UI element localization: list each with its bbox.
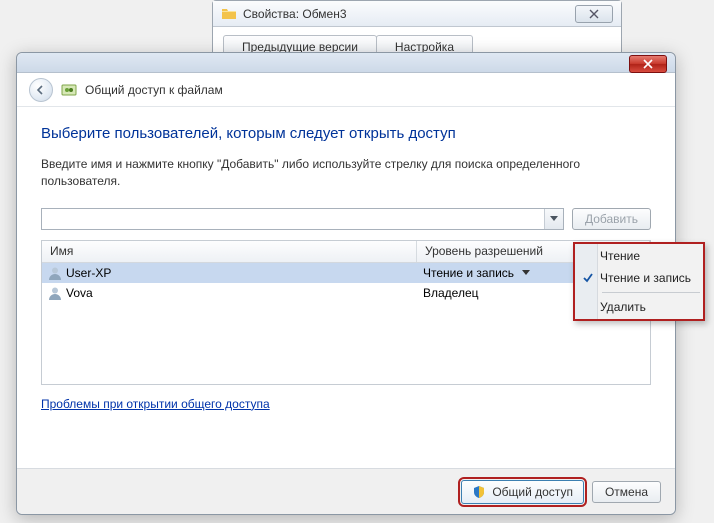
close-button[interactable] — [629, 55, 667, 73]
context-item-delete[interactable]: Удалить — [576, 296, 702, 318]
add-button[interactable]: Добавить — [572, 208, 651, 230]
chevron-down-icon — [550, 216, 558, 221]
chevron-down-icon[interactable] — [522, 270, 530, 275]
folder-icon — [221, 6, 237, 22]
user-combo-input[interactable] — [41, 208, 564, 230]
heading-text: Выберите пользователей, которым следует … — [41, 125, 651, 142]
permission-value: Владелец — [423, 286, 479, 300]
back-button[interactable] — [29, 78, 53, 102]
table-row[interactable]: User-XP Чтение и запись — [42, 263, 650, 283]
check-icon — [581, 300, 595, 314]
user-name: User-XP — [66, 266, 111, 280]
context-item-read[interactable]: Чтение — [576, 245, 702, 267]
menu-separator — [602, 292, 700, 293]
permission-value: Чтение и запись — [423, 266, 514, 280]
context-item-label: Чтение и запись — [600, 271, 691, 285]
check-icon — [581, 249, 595, 263]
dialog-footer: Общий доступ Отмена — [17, 468, 675, 514]
dialog-title: Общий доступ к файлам — [85, 83, 223, 97]
share-button[interactable]: Общий доступ — [461, 480, 584, 504]
breadcrumb: Общий доступ к файлам — [17, 73, 675, 107]
dialog-titlebar — [17, 53, 675, 73]
column-name[interactable]: Имя — [42, 241, 417, 262]
user-icon — [48, 286, 62, 300]
cancel-button[interactable]: Отмена — [592, 481, 661, 503]
properties-titlebar: Свойства: Обмен3 — [213, 1, 621, 27]
context-item-label: Чтение — [600, 249, 640, 263]
context-item-read-write[interactable]: Чтение и запись — [576, 267, 702, 289]
instruction-text: Введите имя и нажмите кнопку "Добавить" … — [41, 156, 651, 190]
share-button-label: Общий доступ — [492, 485, 573, 499]
sharing-icon — [61, 82, 77, 98]
permission-context-menu: Чтение Чтение и запись Удалить — [573, 242, 705, 321]
properties-title: Свойства: Обмен3 — [243, 7, 347, 21]
properties-close-button[interactable] — [575, 5, 613, 23]
permissions-table: Имя Уровень разрешений User-XP Чтение и … — [41, 240, 651, 385]
shield-icon — [472, 485, 486, 499]
context-item-label: Удалить — [600, 300, 646, 314]
table-row[interactable]: Vova Владелец — [42, 283, 650, 303]
user-icon — [48, 266, 62, 280]
troubleshoot-link[interactable]: Проблемы при открытии общего доступа — [41, 397, 270, 411]
check-icon — [581, 271, 595, 285]
user-name: Vova — [66, 286, 93, 300]
